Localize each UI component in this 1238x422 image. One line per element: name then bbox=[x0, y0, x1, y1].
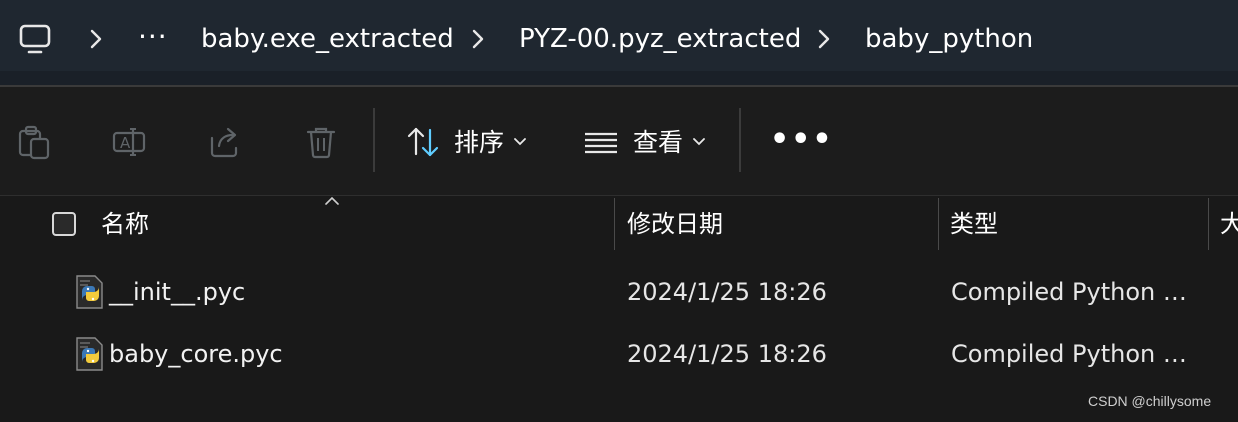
python-file-icon bbox=[76, 337, 103, 371]
file-type: Compiled Python Fi... bbox=[951, 340, 1196, 368]
chevron-right-icon[interactable] bbox=[89, 28, 103, 50]
address-bar-lower-band bbox=[0, 71, 1238, 86]
select-all-checkbox[interactable] bbox=[52, 212, 76, 236]
this-pc-icon[interactable] bbox=[18, 22, 52, 56]
python-file-icon bbox=[76, 275, 103, 309]
file-name[interactable]: __init__.pyc bbox=[109, 274, 245, 310]
trash-icon[interactable] bbox=[303, 124, 339, 160]
file-modified-date: 2024/1/25 18:26 bbox=[627, 278, 827, 306]
file-type: Compiled Python Fi... bbox=[951, 278, 1196, 306]
column-divider[interactable] bbox=[938, 198, 939, 250]
chevron-down-icon[interactable] bbox=[514, 138, 526, 146]
column-header-modified[interactable]: 修改日期 bbox=[627, 205, 723, 243]
breadcrumb-item-baby-exe-extracted[interactable]: baby.exe_extracted bbox=[201, 20, 454, 58]
svg-text:A: A bbox=[120, 134, 131, 152]
column-divider[interactable] bbox=[614, 198, 615, 250]
command-bar bbox=[0, 87, 1238, 196]
column-header-size[interactable]: 大 bbox=[1220, 205, 1238, 243]
chevron-right-icon[interactable] bbox=[471, 28, 485, 50]
chevron-down-icon[interactable] bbox=[693, 138, 705, 146]
sort-button-label[interactable]: 排序 bbox=[454, 124, 504, 162]
clipboard-icon[interactable] bbox=[16, 124, 52, 160]
toolbar-separator bbox=[739, 108, 741, 172]
column-header-row bbox=[0, 196, 1238, 252]
file-modified-date: 2024/1/25 18:26 bbox=[627, 340, 827, 368]
file-name[interactable]: baby_core.pyc bbox=[109, 336, 283, 372]
sort-icon[interactable] bbox=[405, 124, 441, 160]
column-header-type[interactable]: 类型 bbox=[950, 205, 998, 243]
column-divider[interactable] bbox=[1208, 198, 1209, 250]
breadcrumb-overflow-button[interactable]: ··· bbox=[138, 18, 168, 56]
view-list-icon[interactable] bbox=[583, 124, 619, 160]
toolbar-separator bbox=[373, 108, 375, 172]
rename-icon[interactable]: A bbox=[111, 124, 147, 160]
share-icon[interactable] bbox=[207, 124, 243, 160]
sort-ascending-icon bbox=[325, 196, 339, 205]
more-options-button[interactable]: ••• bbox=[770, 122, 834, 158]
watermark: CSDN @chillysome bbox=[1088, 393, 1212, 409]
column-header-name[interactable]: 名称 bbox=[101, 205, 149, 243]
breadcrumb-item-pyz-extracted[interactable]: PYZ-00.pyz_extracted bbox=[519, 20, 801, 58]
chevron-right-icon[interactable] bbox=[817, 28, 831, 50]
view-button-label[interactable]: 查看 bbox=[633, 124, 683, 162]
breadcrumb-item-baby-python[interactable]: baby_python bbox=[865, 20, 1033, 58]
